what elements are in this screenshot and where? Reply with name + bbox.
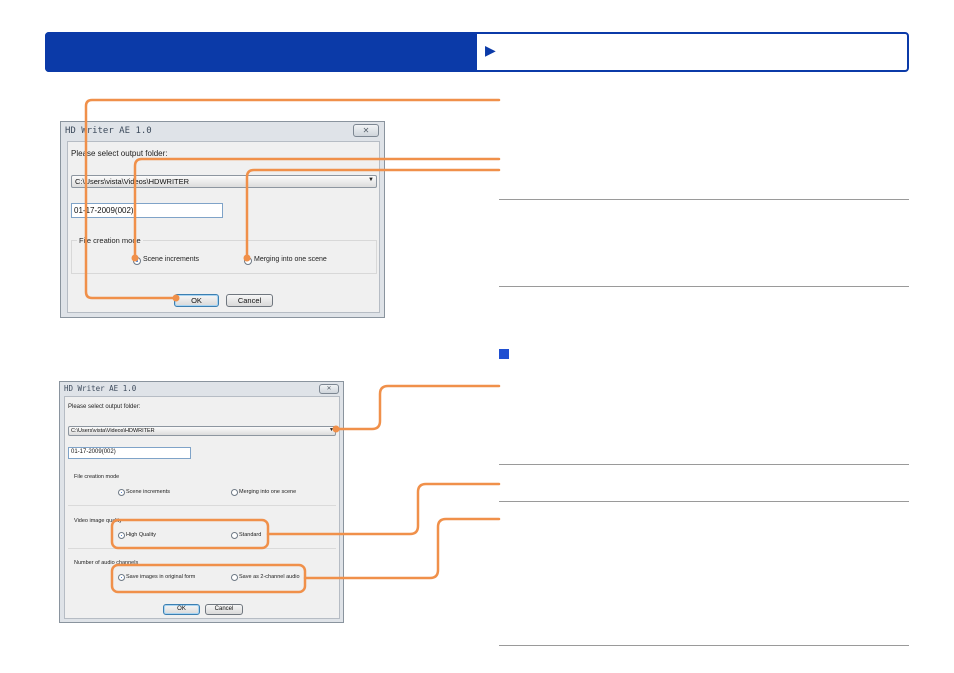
callout-lines [84,98,501,594]
callout-dot [332,425,340,433]
callout-folder-dropdown [334,384,501,431]
callout-merging [245,168,501,260]
callout-video-quality [266,482,501,536]
callout-scene-increments [133,157,501,260]
highlight-video-quality [110,518,270,550]
callout-dot [131,254,139,262]
callout-ok-button [84,98,501,300]
callout-dot [172,294,180,302]
callout-audio-channels [303,517,501,580]
callout-dot [243,254,251,262]
highlight-audio-channels [110,563,307,594]
